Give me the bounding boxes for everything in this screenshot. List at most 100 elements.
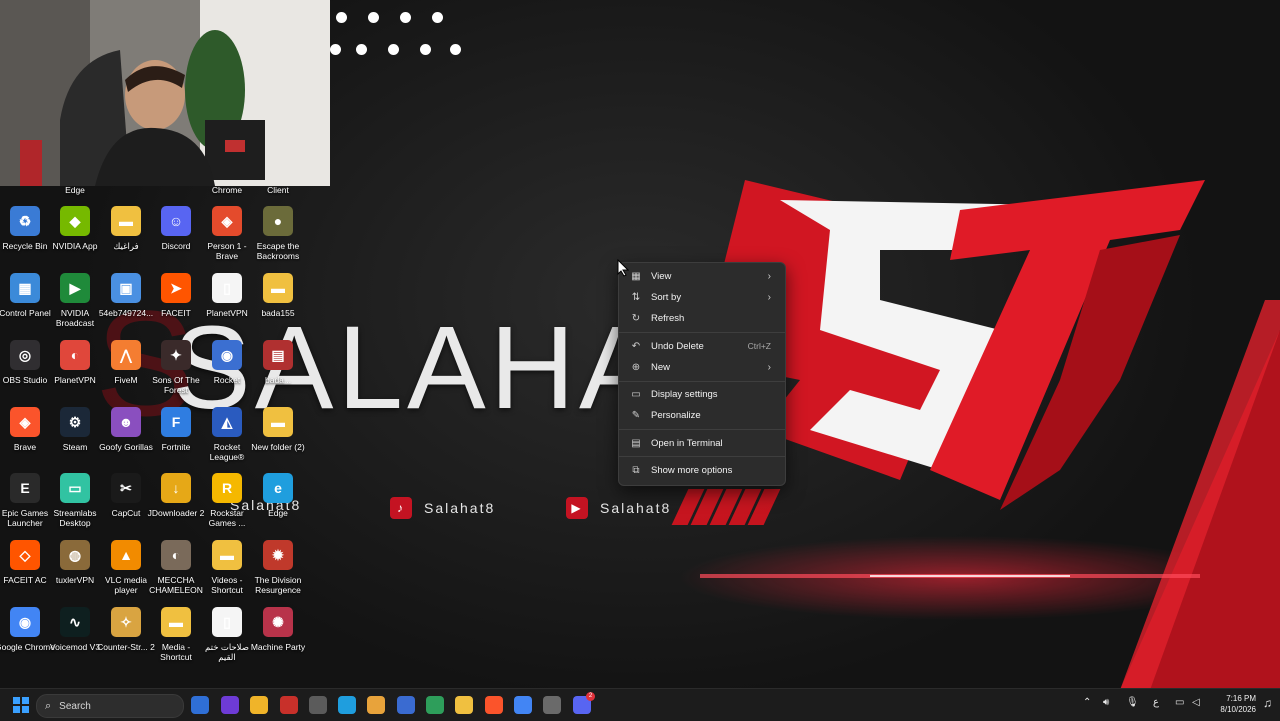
- menu-item-refresh[interactable]: ↻ Refresh: [623, 308, 781, 328]
- taskbar-app-brave[interactable]: [485, 696, 503, 714]
- pen-icon: ✎: [631, 409, 641, 421]
- desktop-icon[interactable]: ↓ JDownloader 2: [148, 473, 204, 518]
- desktop-icon[interactable]: ✹ The Division Resurgence: [253, 540, 303, 595]
- desktop-icon[interactable]: F Fortnite: [151, 407, 201, 452]
- taskbar-app-settings[interactable]: [543, 696, 561, 714]
- desktop-icon[interactable]: ✦ Sons Of The Forest: [151, 340, 201, 395]
- taskbar-app-emoji-app[interactable]: [250, 696, 268, 714]
- microphone-icon[interactable]: 🎙︎: [1126, 697, 1139, 708]
- desktop-icon[interactable]: ◈ Brave: [0, 407, 50, 452]
- desktop-icon-label: Edge: [65, 185, 85, 195]
- mouse-cursor-icon: [617, 259, 629, 277]
- desktop-icon[interactable]: ◈ Person 1 - Brave: [202, 206, 252, 261]
- taskbar-app-store[interactable]: [309, 696, 327, 714]
- taskbar-app-copilot[interactable]: [221, 696, 239, 714]
- menu-item-personalize[interactable]: ✎ Personalize: [623, 405, 781, 425]
- desktop-icon[interactable]: ▯ PlanetVPN: [202, 273, 252, 318]
- taskbar-app-app-blue[interactable]: [397, 696, 415, 714]
- taskbar-app-edge[interactable]: [338, 696, 356, 714]
- desktop-icon[interactable]: ▬ Media - Shortcut: [151, 607, 201, 662]
- desktop-icon[interactable]: R Rockstar Games ...: [202, 473, 252, 528]
- desktop-icon[interactable]: ● Escape the Backrooms: [253, 206, 303, 261]
- menu-separator: [619, 456, 785, 457]
- desktop-icon-label: New folder (2): [251, 442, 305, 452]
- terminal-icon: ▤: [631, 437, 641, 449]
- taskbar-app-chrome-2[interactable]: [514, 696, 532, 714]
- desktop-icon[interactable]: ▯ صلاحات ختم القيم: [202, 607, 252, 662]
- glow-core: [870, 575, 1070, 577]
- taskbar-app-file-explorer[interactable]: [455, 696, 473, 714]
- menu-item-view[interactable]: ▦ View ›: [623, 266, 781, 286]
- menu-item-new[interactable]: ⊕ New ›: [623, 357, 781, 377]
- menu-item-open-in-terminal[interactable]: ▤ Open in Terminal: [623, 433, 781, 453]
- desktop-icon[interactable]: ▲ VLC media player: [101, 540, 151, 595]
- desktop-icon-client-partial[interactable]: Client: [253, 180, 303, 195]
- desktop-icon[interactable]: ➤ FACEIT: [151, 273, 201, 318]
- menu-item-label: View: [651, 270, 672, 282]
- chevron-up-icon[interactable]: ⌃: [1083, 697, 1091, 708]
- app-icon: ◇: [10, 540, 40, 570]
- webcam-feed: [0, 0, 330, 186]
- desktop-icon[interactable]: ▬ New folder (2): [251, 407, 305, 452]
- desktop-icon[interactable]: E Epic Games Launcher: [0, 473, 50, 528]
- social-handle-tiktok: ♪ Salahat8: [390, 497, 495, 519]
- app-icon: ⚙: [60, 407, 90, 437]
- app-icon: F: [161, 407, 191, 437]
- desktop-icon[interactable]: ▭ Streamlabs Desktop: [50, 473, 100, 528]
- grid-icon: ▦: [631, 270, 641, 282]
- desktop-icon-chrome-partial[interactable]: Chrome: [202, 180, 252, 195]
- desktop-icon[interactable]: ◇ FACEIT AC: [0, 540, 50, 585]
- taskbar-app-chrome[interactable]: [367, 696, 385, 714]
- desktop-icon[interactable]: ◐ PlanetVPN: [50, 340, 100, 385]
- desktop-icon[interactable]: ◉ Rocket: [202, 340, 252, 385]
- app-icon: E: [10, 473, 40, 503]
- desktop-icon[interactable]: ◎ OBS Studio: [0, 340, 50, 385]
- display-icon: ▭: [631, 388, 641, 400]
- speaker-icon[interactable]: 🔊︎: [1103, 697, 1109, 708]
- taskbar-clock[interactable]: 7:16 PM 8/10/2026: [1206, 693, 1256, 715]
- chevron-right-icon: ›: [767, 361, 771, 373]
- desktop-icon[interactable]: ✺ Machine Party: [251, 607, 305, 652]
- desktop-icon[interactable]: ☺ Discord: [151, 206, 201, 251]
- app-icon: ▬: [263, 407, 293, 437]
- desktop-icon[interactable]: ◍ tuxlerVPN: [50, 540, 100, 585]
- windows-start-icon[interactable]: [12, 696, 30, 714]
- desktop-icon[interactable]: ⋀ FiveM: [101, 340, 151, 385]
- taskbar-app-widget-app[interactable]: [191, 696, 209, 714]
- desktop-icon[interactable]: ▤ bada...: [253, 340, 303, 385]
- refresh-icon: ↻: [631, 312, 641, 324]
- desktop-icon[interactable]: ▶ NVIDIA Broadcast: [50, 273, 100, 328]
- volume-icon[interactable]: ◁: [1192, 697, 1200, 708]
- menu-item-undo-delete[interactable]: ↶ Undo Delete Ctrl+Z: [623, 336, 781, 356]
- menu-item-display-settings[interactable]: ▭ Display settings: [623, 384, 781, 404]
- desktop-icon[interactable]: ▬ Videos - Shortcut: [202, 540, 252, 595]
- desktop-icon[interactable]: ◉ Google Chrome: [0, 607, 55, 652]
- desktop-icon[interactable]: e Edge: [253, 473, 303, 518]
- app-icon: ↓: [161, 473, 191, 503]
- desktop-icon[interactable]: ♻ Recycle Bin: [0, 206, 50, 251]
- network-icon[interactable]: ▭: [1175, 697, 1184, 708]
- menu-item-show-more-options[interactable]: ⧉ Show more options: [623, 460, 781, 480]
- desktop-icon[interactable]: ◭ Rocket League®: [202, 407, 252, 462]
- language-indicator[interactable]: ع: [1153, 697, 1159, 708]
- desktop-icon-edge-partial[interactable]: Edge: [50, 180, 100, 195]
- desktop-icon[interactable]: ◐ MECCHA CHAMELEON: [149, 540, 203, 595]
- desktop-icon-label: Machine Party: [250, 642, 306, 652]
- app-icon: ▦: [10, 273, 40, 303]
- desktop-icon[interactable]: ⚙ Steam: [50, 407, 100, 452]
- desktop-icon[interactable]: ▦ Control Panel: [0, 273, 51, 318]
- notification-bell-icon[interactable]: ♫: [1263, 696, 1272, 710]
- desktop-icon[interactable]: ◆ NVIDIA App: [50, 206, 100, 251]
- desktop-icon[interactable]: ▬ bada155: [253, 273, 303, 318]
- desktop-icon[interactable]: ✂ CapCut: [101, 473, 151, 518]
- taskbar-app-news-app[interactable]: [280, 696, 298, 714]
- desktop-icon[interactable]: ☻ Goofy Gorillas: [99, 407, 153, 452]
- desktop-icon[interactable]: ✧ Counter-Str... 2: [97, 607, 155, 652]
- taskbar-search[interactable]: ⌕ Search: [36, 694, 184, 718]
- menu-separator: [619, 332, 785, 333]
- desktop-icon[interactable]: ▣ 54eb749724...: [99, 273, 153, 318]
- menu-item-sort-by[interactable]: ⇅ Sort by ›: [623, 287, 781, 307]
- desktop-icon[interactable]: ∿ Voicemod V3: [50, 607, 100, 652]
- desktop-icon[interactable]: ▬ فراغيك: [101, 206, 151, 251]
- taskbar-app-app-green[interactable]: [426, 696, 444, 714]
